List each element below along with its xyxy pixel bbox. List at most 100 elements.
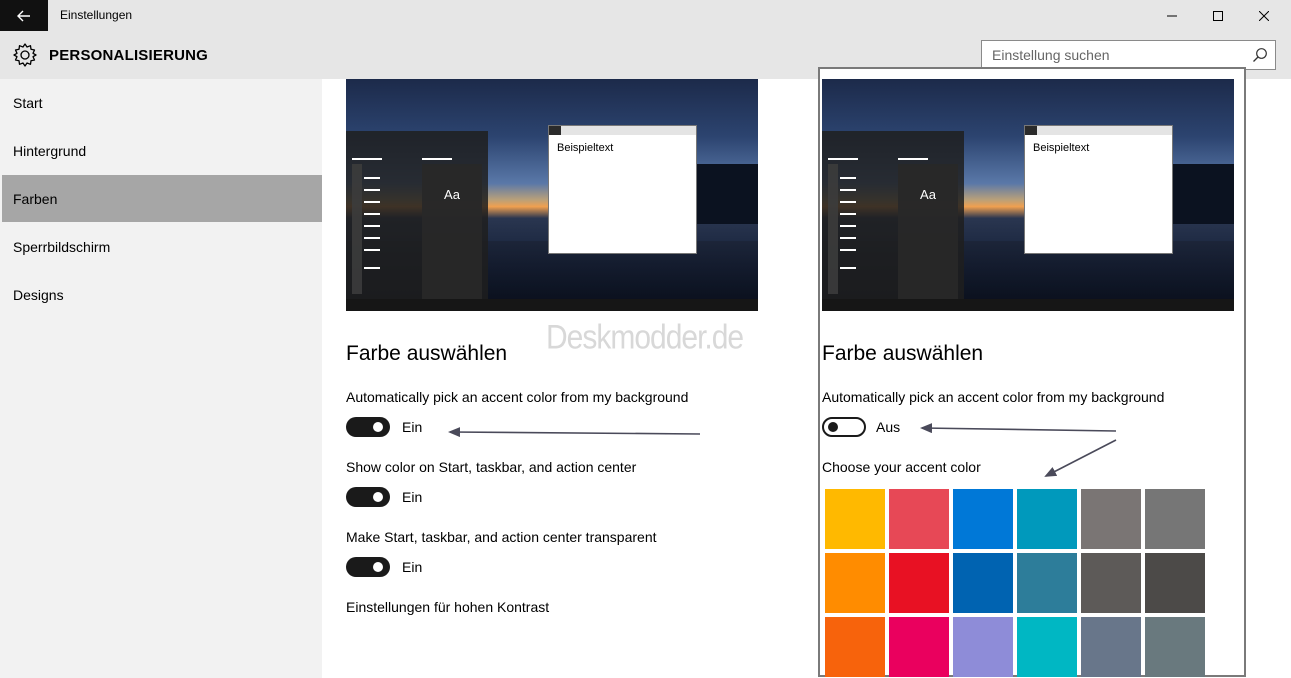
auto-pick-state: Ein	[402, 419, 423, 435]
preview-menu-line	[364, 225, 380, 227]
auto-pick-label: Automatically pick an accent color from …	[822, 389, 1165, 405]
sidebar-item-label: Sperrbildschirm	[13, 238, 111, 255]
preview-taskbar	[822, 299, 1234, 311]
main-content: Aa Beispieltext Deskmodder.de Farbe ausw…	[322, 67, 1291, 678]
preview-window: Beispieltext	[1024, 125, 1173, 254]
auto-pick-label: Automatically pick an accent color from …	[346, 389, 689, 405]
sidebar-item-designs[interactable]: Designs	[2, 271, 322, 318]
accent-color-grid	[825, 489, 1205, 677]
section-title: Farbe auswählen	[822, 342, 984, 365]
accent-color-swatch[interactable]	[1081, 617, 1141, 677]
accent-color-swatch[interactable]	[1145, 553, 1205, 613]
theme-preview: Aa Beispieltext	[822, 79, 1234, 311]
accent-color-swatch[interactable]	[889, 553, 949, 613]
preview-menu-line	[840, 177, 856, 179]
preview-window-titlebar	[549, 126, 696, 135]
sidebar-item-hintergrund[interactable]: Hintergrund	[2, 127, 322, 174]
title-bar: Einstellungen	[0, 0, 1291, 31]
preview-window-text: Beispieltext	[557, 142, 614, 154]
preview-menu-line	[364, 177, 380, 179]
gear-icon	[13, 43, 37, 67]
preview-menu-line	[840, 189, 856, 191]
preview-menu-line	[364, 249, 380, 251]
accent-color-swatch[interactable]	[953, 489, 1013, 549]
preview-menu-line	[840, 237, 856, 239]
maximize-button[interactable]	[1195, 0, 1241, 31]
preview-menu-line	[828, 158, 858, 160]
sidebar-item-farben[interactable]: Farben	[2, 175, 322, 222]
sidebar-item-label: Designs	[13, 286, 64, 303]
accent-color-swatch[interactable]	[1017, 617, 1077, 677]
preview-menu-line	[422, 158, 452, 160]
preview-window-text: Beispieltext	[1033, 142, 1090, 154]
sidebar-item-label: Hintergrund	[13, 142, 87, 159]
accent-color-label: Choose your accent color	[822, 459, 981, 475]
preview-tile-text: Aa	[920, 186, 936, 202]
show-color-label: Show color on Start, taskbar, and action…	[346, 459, 637, 475]
comparison-panel: Aa Beispieltext Farbe auswählen Automati…	[818, 67, 1246, 677]
preview-side-strip	[828, 164, 838, 294]
accent-color-swatch[interactable]	[1145, 489, 1205, 549]
accent-color-swatch[interactable]	[889, 617, 949, 677]
accent-color-swatch[interactable]	[1081, 553, 1141, 613]
accent-color-swatch[interactable]	[825, 617, 885, 677]
toggle-knob	[828, 422, 838, 432]
preview-menu-line	[352, 158, 382, 160]
preview-window-accent	[1025, 126, 1037, 135]
maximize-icon	[1213, 10, 1223, 21]
auto-pick-state: Aus	[876, 419, 901, 435]
accent-color-swatch[interactable]	[953, 617, 1013, 677]
preview-menu-line	[364, 237, 380, 239]
preview-menu-line	[840, 213, 856, 215]
preview-menu-line	[840, 267, 856, 269]
minimize-icon	[1167, 15, 1177, 16]
close-button[interactable]	[1241, 0, 1287, 31]
back-button[interactable]	[0, 0, 48, 31]
auto-pick-toggle[interactable]	[822, 417, 866, 437]
preview-window: Beispieltext	[548, 125, 697, 254]
close-icon	[1259, 10, 1269, 21]
page-title: PERSONALISIERUNG	[49, 47, 209, 64]
search-icon[interactable]	[1252, 47, 1268, 63]
accent-color-swatch[interactable]	[1017, 489, 1077, 549]
sidebar-item-label: Farben	[13, 190, 58, 207]
accent-color-swatch[interactable]	[825, 489, 885, 549]
toggle-knob	[373, 492, 383, 502]
theme-preview: Aa Beispieltext	[346, 79, 758, 311]
preview-window-titlebar	[1025, 126, 1172, 135]
transparent-state: Ein	[402, 559, 423, 575]
preview-menu-line	[364, 201, 380, 203]
preview-menu-line	[840, 225, 856, 227]
accent-color-swatch[interactable]	[825, 553, 885, 613]
preview-menu-line	[364, 267, 380, 269]
search-input[interactable]	[982, 41, 1275, 69]
search-box[interactable]	[981, 40, 1276, 70]
transparent-label: Make Start, taskbar, and action center t…	[346, 529, 657, 545]
preview-menu-line	[840, 201, 856, 203]
preview-side-strip	[352, 164, 362, 294]
accent-color-swatch[interactable]	[1081, 489, 1141, 549]
preview-window-accent	[549, 126, 561, 135]
auto-pick-toggle[interactable]	[346, 417, 390, 437]
toggle-knob	[373, 562, 383, 572]
accent-color-swatch[interactable]	[1145, 617, 1205, 677]
preview-menu-line	[840, 249, 856, 251]
accent-color-swatch[interactable]	[889, 489, 949, 549]
sidebar-item-start[interactable]: Start	[2, 79, 322, 126]
sidebar: Start Hintergrund Farben Sperrbildschirm…	[0, 79, 322, 678]
sidebar-item-sperrbildschirm[interactable]: Sperrbildschirm	[2, 223, 322, 270]
minimize-button[interactable]	[1149, 0, 1195, 31]
sidebar-item-label: Start	[13, 94, 43, 111]
preview-menu-line	[364, 213, 380, 215]
arrow-left-icon	[17, 10, 30, 21]
show-color-toggle[interactable]	[346, 487, 390, 507]
show-color-state: Ein	[402, 489, 423, 505]
accent-color-swatch[interactable]	[1017, 553, 1077, 613]
window-title: Einstellungen	[60, 8, 133, 22]
high-contrast-link[interactable]: Einstellungen für hohen Kontrast	[346, 599, 549, 615]
accent-color-swatch[interactable]	[953, 553, 1013, 613]
toggle-knob	[373, 422, 383, 432]
section-title: Farbe auswählen	[346, 342, 508, 365]
preview-menu-line	[364, 189, 380, 191]
transparent-toggle[interactable]	[346, 557, 390, 577]
